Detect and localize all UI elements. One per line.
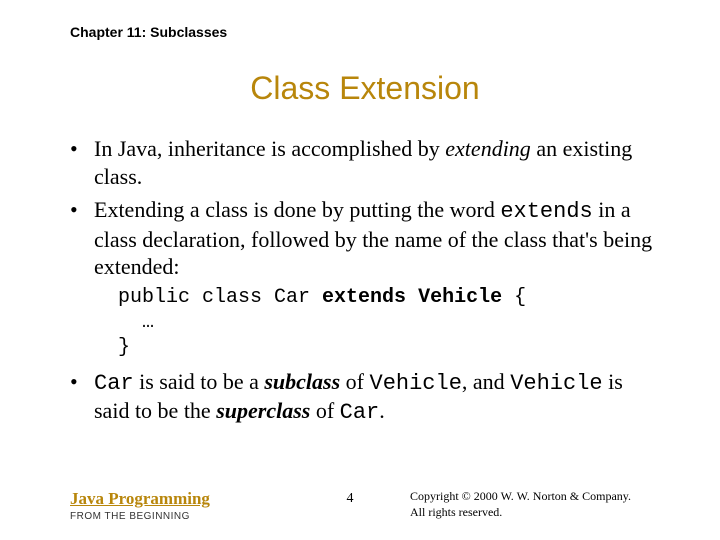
- page-number: 4: [290, 489, 410, 507]
- bullet-text: of: [310, 398, 339, 423]
- bullet-text: of: [340, 369, 369, 394]
- book-subtitle: FROM THE BEGINNING: [70, 511, 290, 522]
- chapter-label: Chapter 11: Subclasses: [70, 24, 660, 40]
- code-inline: extends: [500, 199, 592, 224]
- footer-left: Java Programming FROM THE BEGINNING: [70, 489, 290, 522]
- code-inline: Car: [340, 400, 380, 425]
- code-block: public class Car extends Vehicle { … }: [118, 285, 660, 360]
- copyright: Copyright © 2000 W. W. Norton & Company.…: [410, 489, 660, 520]
- emphasis-text: superclass: [216, 398, 310, 423]
- bullet-list: In Java, inheritance is accomplished by …: [70, 135, 660, 427]
- bullet-text: is said to be a: [134, 369, 265, 394]
- emphasis-text: extending: [445, 136, 531, 161]
- book-title: Java Programming: [70, 489, 290, 509]
- code-text: …: [118, 311, 154, 334]
- emphasis-text: subclass: [264, 369, 340, 394]
- bullet-item: Car is said to be a subclass of Vehicle,…: [70, 368, 660, 427]
- code-inline: Car: [94, 371, 134, 396]
- code-inline: Vehicle: [370, 371, 462, 396]
- code-text: {: [502, 286, 526, 309]
- content-area: In Java, inheritance is accomplished by …: [70, 135, 660, 427]
- bullet-text: , and: [462, 369, 510, 394]
- bullet-text: Extending a class is done by putting the…: [94, 197, 500, 222]
- footer: Java Programming FROM THE BEGINNING 4 Co…: [0, 489, 720, 522]
- code-text: }: [118, 336, 130, 359]
- code-keyword: extends Vehicle: [322, 286, 502, 309]
- slide-title: Class Extension: [70, 70, 660, 107]
- code-inline: Vehicle: [510, 371, 602, 396]
- copyright-line: Copyright © 2000 W. W. Norton & Company.: [410, 489, 660, 505]
- slide: Chapter 11: Subclasses Class Extension I…: [0, 0, 720, 540]
- copyright-line: All rights reserved.: [410, 505, 660, 521]
- bullet-text: In Java, inheritance is accomplished by: [94, 136, 445, 161]
- code-text: public class Car: [118, 286, 322, 309]
- bullet-text: .: [379, 398, 385, 423]
- bullet-item: Extending a class is done by putting the…: [70, 196, 660, 360]
- bullet-item: In Java, inheritance is accomplished by …: [70, 135, 660, 190]
